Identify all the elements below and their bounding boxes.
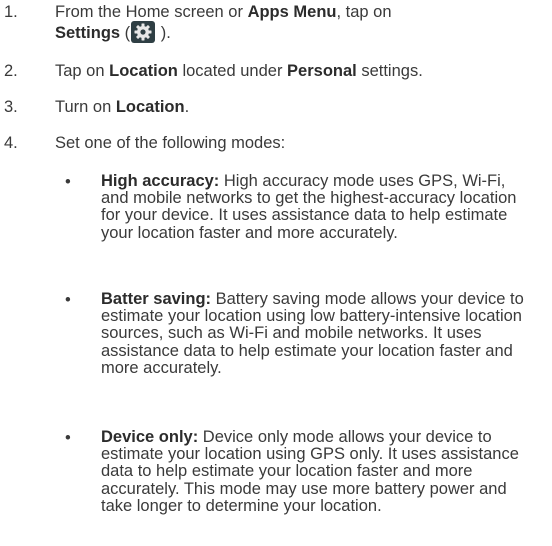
- step-number: 4.: [4, 134, 18, 152]
- gear-icon: [131, 21, 156, 43]
- bullet: •: [65, 291, 71, 309]
- instruction-page: 1. From the Home screen or Apps Menu, ta…: [0, 0, 552, 546]
- bullet: •: [65, 173, 71, 191]
- step-number: 2.: [4, 62, 18, 80]
- step-text: Turn on Location.: [55, 98, 190, 116]
- personal-label: Personal: [287, 62, 357, 80]
- settings-label: Settings: [55, 24, 121, 42]
- step-text: Set one of the following modes:: [55, 134, 286, 152]
- mode-text: Batter saving: Battery saving mode allow…: [101, 290, 536, 377]
- mode-text: Device only: Device only mode allows you…: [101, 428, 536, 515]
- mode-title: High accuracy:: [101, 172, 220, 190]
- location-label: Location: [115, 98, 185, 116]
- step-number: 3.: [4, 98, 18, 116]
- step-text: From the Home screen or Apps Menu, tap o…: [55, 3, 392, 43]
- mode-title: Device only:: [101, 428, 199, 446]
- location-label: Location: [109, 62, 178, 80]
- step-text: Tap on Location located under Personal s…: [55, 62, 423, 80]
- mode-title: Batter saving:: [101, 290, 212, 308]
- step-number: 1.: [4, 3, 18, 21]
- bullet: •: [65, 429, 71, 447]
- mode-text: High accuracy: High accuracy mode uses G…: [101, 172, 536, 242]
- apps-menu-label: Apps Menu: [247, 3, 337, 21]
